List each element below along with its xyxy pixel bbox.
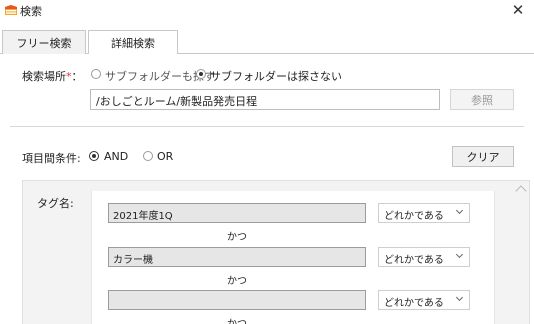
tag-match-value-1: どれかである [384,211,444,222]
tag-value-input-1[interactable]: 2021年度1Q [108,203,366,223]
tab-bar: フリー検索 詳細検索 [0,26,534,55]
tab-detailed-search[interactable]: 詳細検索 [88,30,178,55]
window-title: 検索 [20,5,42,18]
or-radio[interactable] [143,151,153,161]
condition-label: 項目間条件: [22,152,81,165]
tag-list: 2021年度1Q どれかである かつ カラー機 どれかである かつ どれかである… [91,191,495,324]
chevron-down-icon [455,293,464,302]
tab-free-search[interactable]: フリー検索 [2,30,86,54]
search-path-field[interactable]: /おしごとルーム/新製品発売日程 [90,89,440,110]
and-radio[interactable] [89,151,99,161]
tag-name-label: タグ名: [37,197,74,210]
close-button[interactable]: ✕ [502,0,534,20]
detailed-search-panel: 検索場所*： サブフォルダーも探す サブフォルダーは探さない /おしごとルーム/… [0,54,534,324]
tag-value-input-3[interactable] [108,290,366,310]
title-bar: 検索 ✕ [0,0,534,24]
tag-match-select-1[interactable]: どれかである [378,203,470,223]
search-location-colon: ： [71,70,83,83]
search-location-text: 検索場所 [22,70,66,83]
and-connector-2: かつ [227,276,247,287]
and-connector-3: かつ [108,315,366,324]
tag-match-select-2[interactable]: どれかである [378,247,470,267]
browse-button[interactable]: 参照 [450,89,514,110]
app-logo-icon [5,5,17,15]
tag-conditions-area: タグ名: 2021年度1Q どれかである かつ カラー機 どれかである かつ ど… [22,180,530,324]
search-location-label: 検索場所*： [22,68,83,84]
chevron-down-icon [455,250,464,259]
section-divider [10,126,524,127]
exclude-subfolders-label[interactable]: サブフォルダーは探さない [210,68,342,84]
clear-button[interactable]: クリア [452,146,514,167]
close-icon: ✕ [511,1,525,19]
tag-value-input-2[interactable]: カラー機 [108,247,366,267]
include-subfolders-radio[interactable] [91,69,101,79]
scroll-up-icon[interactable] [515,185,527,197]
tag-match-value-3: どれかである [384,298,444,309]
and-connector-1: かつ [227,232,247,243]
tag-match-value-2: どれかである [384,255,444,266]
exclude-subfolders-radio[interactable] [196,69,206,79]
chevron-down-icon [455,206,464,215]
tag-match-select-3[interactable]: どれかである [378,290,470,310]
and-label[interactable]: AND [104,150,128,163]
or-label[interactable]: OR [157,150,173,163]
tag-scrollbar[interactable] [513,181,529,324]
